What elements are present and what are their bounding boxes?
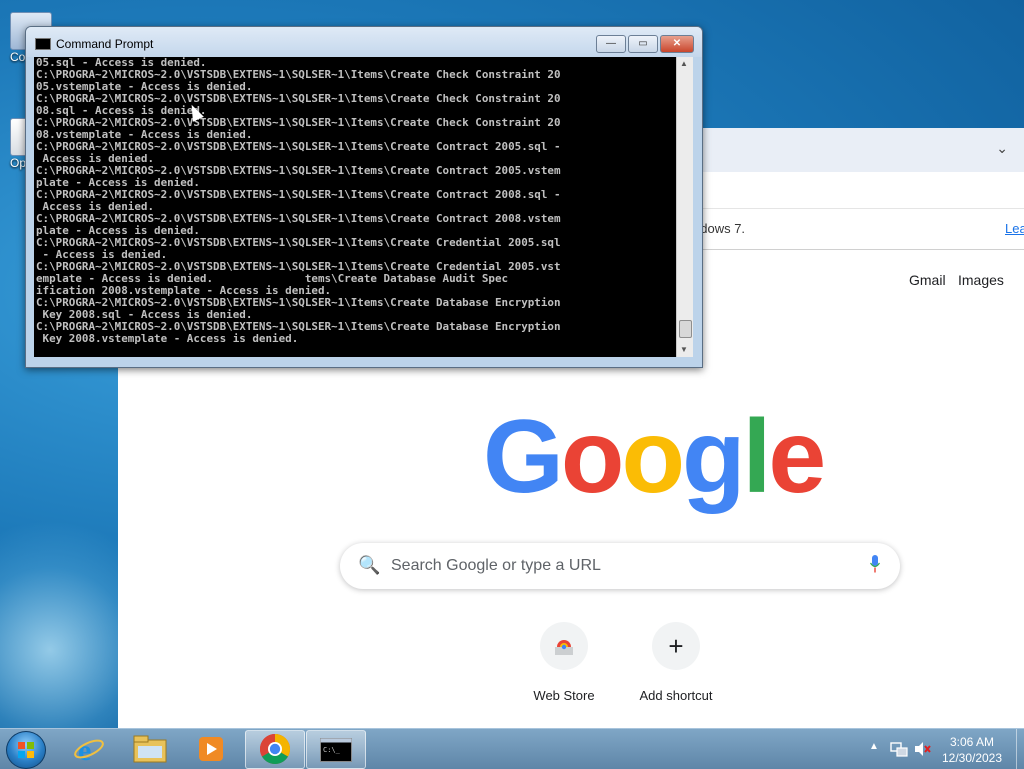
learn-more-link[interactable]: Lea [1005, 221, 1024, 236]
network-icon[interactable] [890, 741, 908, 757]
search-icon: 🔍 [358, 555, 381, 575]
logo-letter: G [483, 399, 564, 515]
clock-date: 12/30/2023 [941, 751, 1003, 765]
chrome-icon [259, 734, 291, 765]
taskbar-command-prompt[interactable]: C:\_ [306, 730, 366, 769]
command-prompt-icon [35, 38, 51, 50]
close-button[interactable]: ✕ [660, 35, 694, 53]
media-player-icon [199, 737, 223, 761]
microphone-icon[interactable] [870, 555, 880, 573]
logo-letter: l [742, 399, 772, 515]
svg-text:C:\_: C:\_ [323, 746, 341, 754]
maximize-button[interactable]: ▭ [628, 35, 658, 53]
console-text: 05.sql - Access is denied. C:\PROGRA~2\M… [36, 57, 561, 345]
minimize-button[interactable]: — [596, 35, 626, 53]
logo-letter: o [621, 399, 685, 515]
logo-letter: e [768, 399, 826, 515]
logo-letter: o [560, 399, 625, 515]
clock-time: 3:06 AM [949, 735, 995, 749]
show-desktop-button[interactable] [1016, 729, 1024, 769]
taskbar-chrome[interactable] [245, 730, 305, 769]
console-output[interactable]: 05.sql - Access is denied. C:\PROGRA~2\M… [34, 57, 676, 357]
show-hidden-icons-icon[interactable]: ▲ [869, 741, 879, 752]
chevron-down-icon[interactable]: ⌄ [996, 140, 1008, 157]
search-placeholder: Search Google or type a URL [391, 557, 601, 574]
taskbar-file-explorer[interactable] [121, 730, 179, 767]
system-clock[interactable]: 3:06 AM 12/30/2023 [930, 734, 1014, 766]
command-prompt-window[interactable]: Command Prompt — ▭ ✕ 05.sql - Access is … [25, 26, 703, 368]
google-logo: Google [483, 405, 826, 509]
shortcut-web-store[interactable]: Web Store [509, 622, 619, 703]
internet-explorer-icon: e [74, 734, 104, 766]
file-explorer-icon [133, 735, 167, 763]
shortcut-add[interactable]: + Add shortcut [621, 622, 731, 703]
shortcut-label: Add shortcut [639, 688, 713, 703]
scroll-down-icon[interactable]: ▼ [680, 345, 688, 354]
windows-logo-icon [18, 742, 34, 758]
logo-letter: g [681, 399, 746, 515]
taskbar-internet-explorer[interactable]: e [60, 730, 118, 767]
shortcut-label: Web Store [533, 688, 595, 703]
vertical-scrollbar[interactable]: ▲ ▼ [676, 57, 693, 357]
scroll-up-icon[interactable]: ▲ [680, 59, 688, 68]
start-button[interactable] [6, 731, 46, 769]
plus-icon: + [652, 622, 700, 670]
taskbar-media-player[interactable] [182, 730, 240, 767]
search-box[interactable]: 🔍 Search Google or type a URL [340, 543, 900, 589]
desktop: Co Op ⌄ ☆ ndows 7. Lea Gmail Images Goog… [0, 0, 1024, 728]
scroll-thumb[interactable] [679, 320, 692, 338]
taskbar: e C:\_ ▲ 3:06 AM 12/30/2023 [0, 728, 1024, 769]
svg-text:e: e [78, 734, 91, 766]
gmail-link[interactable]: Gmail [909, 272, 946, 288]
images-link[interactable]: Images [958, 272, 1004, 288]
cmd-title: Command Prompt [56, 37, 154, 51]
web-store-icon [540, 622, 588, 670]
cmd-title-bar[interactable]: Command Prompt — ▭ ✕ [26, 27, 702, 57]
command-prompt-icon: C:\_ [320, 738, 352, 762]
